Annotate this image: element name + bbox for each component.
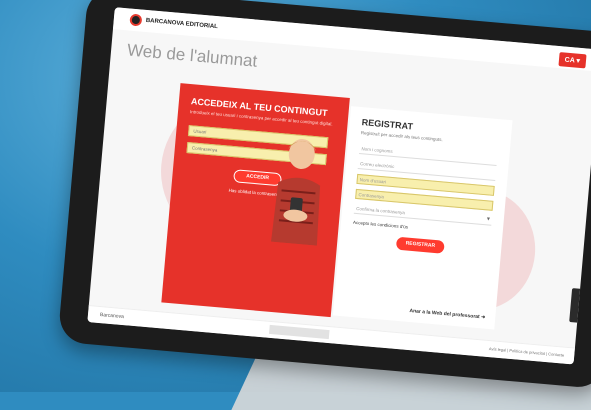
side-tab-widget[interactable] [569, 288, 583, 323]
footer-brand[interactable]: Barcanova [100, 312, 124, 320]
page-title: Web de l'alumnat [126, 40, 259, 71]
register-panel: REGISTRAT Registra't per accedir als teu… [332, 106, 513, 330]
tablet-screen: BARCANOVA EDITORIAL CA ▾ Web de l'alumna… [87, 7, 591, 365]
teacher-web-link[interactable]: Anar a la Web del professorat ➜ [409, 308, 485, 321]
student-photo [271, 139, 321, 246]
logo-icon [129, 13, 143, 27]
footer-partner-logos [268, 324, 330, 340]
register-button[interactable]: REGISTRAR [395, 236, 445, 254]
footer-links[interactable]: Avís legal | Política de privacitat | Co… [489, 346, 565, 358]
brand-logo[interactable]: BARCANOVA EDITORIAL [129, 13, 219, 34]
logo-text: BARCANOVA EDITORIAL [145, 17, 219, 31]
face [288, 139, 315, 170]
tablet-device: BARCANOVA EDITORIAL CA ▾ Web de l'alumna… [57, 0, 591, 390]
language-selector[interactable]: CA ▾ [558, 52, 587, 69]
